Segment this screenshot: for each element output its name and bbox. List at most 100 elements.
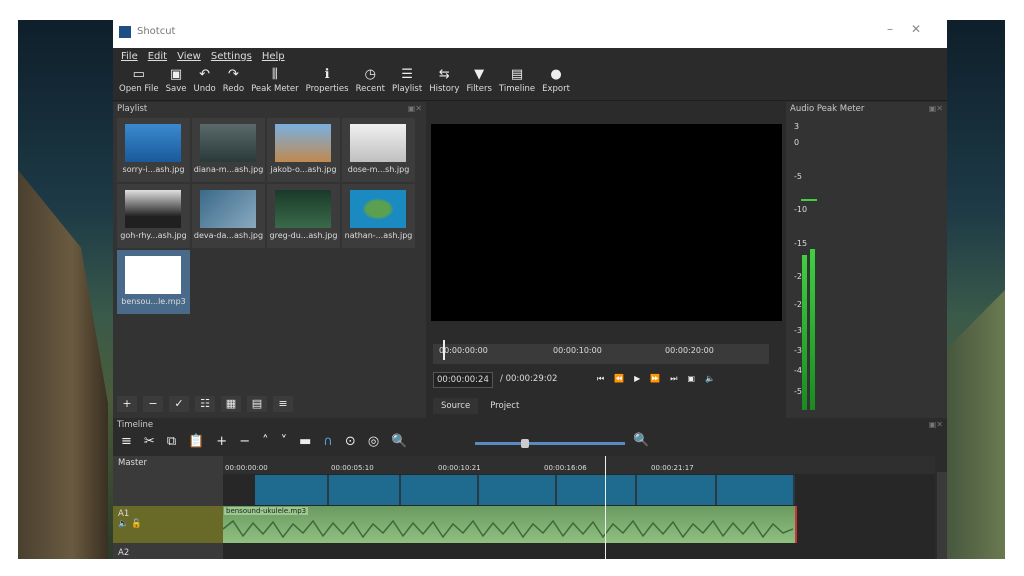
open-file-button[interactable]: ▭ Open File — [119, 64, 159, 94]
window-controls[interactable]: –✕ — [887, 22, 939, 36]
fast-forward-icon[interactable]: ⏩ — [650, 374, 660, 384]
append-icon[interactable]: + — [216, 434, 227, 449]
timeline-icon: ▤ — [510, 67, 524, 82]
playlist-item[interactable]: nathan-...ash.jpg — [342, 184, 415, 248]
zoom-slider-handle[interactable] — [521, 439, 529, 448]
timeline-playhead[interactable] — [605, 456, 606, 559]
audio-clip[interactable]: bensound-ukulele.mp3 — [223, 506, 797, 543]
redo-button[interactable]: ↷ Redo — [223, 64, 244, 94]
volume-icon[interactable]: 🔈 — [705, 374, 715, 384]
remove-icon[interactable]: − — [239, 434, 250, 449]
track-master[interactable]: Master — [113, 458, 223, 468]
menu-view[interactable]: View — [177, 51, 201, 62]
ruler-tick-label: 00:00:21:17 — [651, 464, 694, 472]
snap-icon[interactable]: ∩ — [323, 434, 333, 449]
split-icon[interactable]: ▬ — [299, 434, 311, 449]
video-clip[interactable] — [401, 475, 479, 505]
title-bar: Shotcut –✕ — [113, 20, 947, 48]
dock-buttons[interactable]: ▣✕ — [408, 102, 422, 116]
viewer-ruler[interactable]: 00:00:00:00 00:00:10:00 00:00:20:00 — [433, 340, 769, 364]
add-icon[interactable]: + — [117, 396, 137, 412]
menu-icon[interactable]: ≡ — [273, 396, 293, 412]
timeline-canvas[interactable]: 00:00:00:00 00:00:05:10 00:00:10:21 00:0… — [223, 456, 935, 559]
menu-settings[interactable]: Settings — [211, 51, 252, 62]
icons-view-icon[interactable]: ▤ — [247, 396, 267, 412]
menu-file[interactable]: File — [121, 51, 138, 62]
playlist-item[interactable]: greg-du...ash.jpg — [267, 184, 340, 248]
dock-buttons[interactable]: ▣✕ — [929, 102, 943, 116]
track-a1[interactable]: A1 🔈 🔓 — [113, 506, 223, 543]
playlist-item[interactable]: jakob-o...ash.jpg — [267, 118, 340, 182]
filters-button[interactable]: ▼ Filters — [466, 64, 491, 94]
timeline-ruler[interactable]: 00:00:00:00 00:00:05:10 00:00:10:21 00:0… — [223, 456, 935, 474]
skip-start-icon[interactable]: ⏮ — [597, 374, 604, 384]
cut-icon[interactable]: ✂ — [144, 434, 155, 449]
save-button[interactable]: ▣ Save — [166, 64, 187, 94]
playlist-item[interactable]: bensou...le.mp3 — [117, 250, 190, 314]
scrub-icon[interactable]: ⊙ — [345, 434, 356, 449]
toolbar-label: Properties — [305, 84, 349, 94]
details-view-icon[interactable]: ☷ — [195, 396, 215, 412]
playlist-item[interactable]: dose-m...sh.jpg — [342, 118, 415, 182]
undo-button[interactable]: ↶ Undo — [194, 64, 216, 94]
copy-icon[interactable]: ⧉ — [167, 434, 176, 449]
playlist-item[interactable]: deva-da...ash.jpg — [192, 184, 265, 248]
skip-end-icon[interactable]: ⏭ — [670, 374, 677, 384]
video-clip[interactable] — [479, 475, 557, 505]
paste-icon[interactable]: 📋 — [188, 434, 204, 449]
playhead-marker[interactable] — [443, 340, 445, 360]
properties-button[interactable]: ℹ Properties — [306, 64, 349, 94]
overwrite-icon[interactable]: ˅ — [281, 434, 288, 449]
playlist-item[interactable]: diana-m...ash.jpg — [192, 118, 265, 182]
playlist-button[interactable]: ☰ Playlist — [392, 64, 422, 94]
video-clip[interactable] — [557, 475, 637, 505]
save-icon: ▣ — [169, 67, 183, 82]
thumbnail — [350, 124, 406, 162]
waveform — [223, 519, 793, 539]
playlist-item-label: greg-du...ash.jpg — [269, 231, 338, 240]
video-clip[interactable] — [637, 475, 717, 505]
check-icon[interactable]: ✓ — [169, 396, 189, 412]
app-window: Shotcut –✕ File Edit View Settings Help … — [113, 20, 947, 559]
toolbar-label: Playlist — [391, 84, 423, 94]
lock-icon[interactable]: 🔓 — [131, 519, 142, 529]
export-button[interactable]: ● Export — [542, 64, 570, 94]
video-clip[interactable] — [717, 475, 795, 505]
video-clip[interactable] — [255, 475, 329, 505]
dock-buttons[interactable]: ▣✕ — [929, 418, 943, 432]
mute-icon[interactable]: 🔈 — [118, 519, 129, 529]
toggle-zoom-icon[interactable]: ▣ — [688, 374, 696, 384]
play-icon[interactable]: ▶ — [634, 374, 640, 384]
playlist-item-label: bensou...le.mp3 — [121, 297, 186, 306]
remove-icon[interactable]: − — [143, 396, 163, 412]
thumbnail — [125, 256, 181, 294]
rewind-icon[interactable]: ⏪ — [614, 374, 624, 384]
playlist-item[interactable]: goh-rhy...ash.jpg — [117, 184, 190, 248]
zoom-in-icon[interactable]: 🔍 — [633, 433, 649, 448]
tab-source[interactable]: Source — [433, 398, 479, 414]
track-a2[interactable]: A2 — [113, 548, 223, 558]
video-clip[interactable] — [329, 475, 401, 505]
timeline-button[interactable]: ▤ Timeline — [499, 64, 535, 94]
export-icon: ● — [550, 67, 562, 82]
menu-help[interactable]: Help — [262, 51, 285, 62]
menu-edit[interactable]: Edit — [148, 51, 167, 62]
panel-header: Audio Peak Meter ▣✕ — [786, 102, 947, 116]
history-button[interactable]: ⇆ History — [429, 64, 459, 94]
peak-meter-button[interactable]: ⫼ Peak Meter — [251, 64, 299, 94]
video-preview[interactable] — [431, 124, 782, 321]
tiles-view-icon[interactable]: ▦ — [221, 396, 241, 412]
ruler-tick-label: 00:00:10:21 — [438, 464, 481, 472]
zoom-out-icon[interactable]: 🔍 — [391, 434, 407, 449]
playlist-item[interactable]: sorry-i...ash.jpg — [117, 118, 190, 182]
lift-icon[interactable]: ˄ — [262, 434, 269, 449]
zoom-slider[interactable] — [475, 439, 625, 448]
menu-icon[interactable]: ≡ — [121, 434, 132, 449]
current-timecode[interactable]: 00:00:00:24 — [433, 372, 493, 388]
toolbar-label: Undo — [193, 84, 216, 94]
vertical-scrollbar[interactable] — [937, 472, 947, 559]
ripple-icon[interactable]: ◎ — [368, 434, 379, 449]
filter-icon: ▼ — [474, 67, 485, 82]
recent-button[interactable]: ◷ Recent — [356, 64, 385, 94]
tab-project[interactable]: Project — [482, 398, 527, 414]
